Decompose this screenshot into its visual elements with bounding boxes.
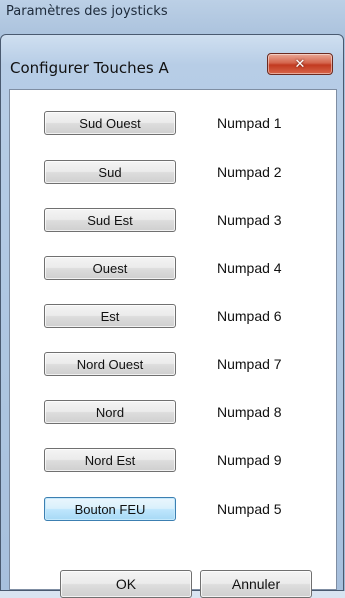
cancel-button[interactable]: Annuler [200, 570, 312, 598]
parent-window: Paramètres des joysticks Configurer Touc… [0, 0, 345, 598]
binding-row: Bouton FEU Numpad 5 [10, 497, 336, 523]
binding-row: Ouest Numpad 4 [10, 256, 336, 282]
direction-button-est[interactable]: Est [44, 304, 176, 328]
binding-row: Nord Ouest Numpad 7 [10, 352, 336, 378]
close-icon: ✕ [294, 56, 306, 72]
direction-button-nord[interactable]: Nord [44, 400, 176, 424]
key-label: Numpad 3 [217, 212, 282, 228]
key-label: Numpad 2 [217, 164, 282, 180]
binding-row: Nord Numpad 8 [10, 400, 336, 426]
binding-row: Sud Est Numpad 3 [10, 208, 336, 234]
key-label: Numpad 6 [217, 308, 282, 324]
direction-button-sud-est[interactable]: Sud Est [44, 208, 176, 232]
binding-row: Sud Numpad 2 [10, 160, 336, 186]
key-label: Numpad 5 [217, 501, 282, 517]
fire-button[interactable]: Bouton FEU [44, 497, 176, 521]
key-label: Numpad 7 [217, 356, 282, 372]
ok-button[interactable]: OK [60, 570, 192, 598]
dialog-title: Configurer Touches A [10, 59, 169, 77]
direction-button-sud-ouest[interactable]: Sud Ouest [44, 111, 176, 135]
key-label: Numpad 8 [217, 404, 282, 420]
binding-row: Nord Est Numpad 9 [10, 448, 336, 474]
direction-button-nord-ouest[interactable]: Nord Ouest [44, 352, 176, 376]
close-button[interactable]: ✕ [267, 53, 333, 75]
key-label: Numpad 9 [217, 452, 282, 468]
direction-button-ouest[interactable]: Ouest [44, 256, 176, 280]
binding-row: Sud Ouest Numpad 1 [10, 111, 336, 137]
direction-button-sud[interactable]: Sud [44, 160, 176, 184]
key-label: Numpad 1 [217, 115, 282, 131]
configure-keys-dialog: Configurer Touches A ✕ Sud Ouest Numpad … [0, 34, 344, 598]
key-label: Numpad 4 [217, 260, 282, 276]
binding-row: Est Numpad 6 [10, 304, 336, 330]
direction-button-nord-est[interactable]: Nord Est [44, 448, 176, 472]
dialog-client-area: Sud Ouest Numpad 1 Sud Numpad 2 Sud Est … [9, 89, 337, 598]
parent-window-title: Paramètres des joysticks [6, 4, 168, 19]
